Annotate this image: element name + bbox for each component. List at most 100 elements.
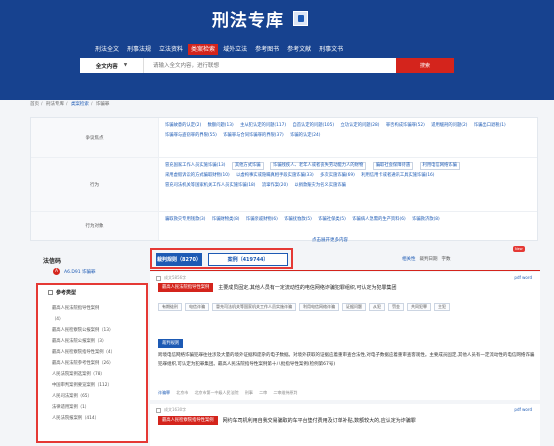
filter-option[interactable]: 自首认定的问题(105) [292, 121, 334, 131]
nav-item-books[interactable]: 参考图书 [252, 44, 282, 55]
nav-item-regulations[interactable]: 刑事法规 [124, 44, 154, 55]
filter-option[interactable]: 采用虚假诉讼的方式骗取财物(10) [165, 171, 230, 181]
reference-type-item[interactable]: 人民司法案例（65） [52, 391, 115, 402]
filter-option[interactable]: 立功认定的问题(28) [341, 121, 380, 131]
filter-option[interactable]: 诈骗病人急需的生产资料(6) [352, 215, 405, 225]
law-basis-title: 法信码 [43, 258, 62, 265]
filter-option[interactable]: 冒充司法机关等国家机关工作人员实施诈骗(18) [165, 181, 255, 191]
breadcrumb-case-search[interactable]: 类案检索 [71, 102, 89, 107]
checkbox-icon[interactable] [156, 275, 161, 281]
new-badge: New [513, 246, 525, 252]
reference-type-item[interactable]: 最高人民法院公报案例（3） [52, 336, 115, 347]
breadcrumb-current: 诈骗罪 [95, 102, 110, 107]
sort-word-count[interactable]: 字数 [442, 256, 451, 262]
sort-relevance[interactable]: 相关性 [402, 256, 416, 262]
result-card: 成文1630字 pdf word 最高人民检察院指导性案例 网约车司机利用自我交… [150, 404, 540, 446]
nav-item-foreign-law[interactable]: 域外立法 [220, 44, 250, 55]
filter-label: 争议焦点 [31, 118, 159, 157]
reference-type-title[interactable]: 参考类型 [48, 289, 76, 296]
breadcrumb-home[interactable]: 首页 [30, 102, 39, 107]
card-tag[interactable]: 有期徒刑 [158, 303, 182, 311]
law-code-link[interactable]: A6.D91 诈骗罪 [64, 269, 96, 275]
filter-option[interactable]: 利用电信网络诈骗 [419, 162, 460, 170]
card-title[interactable]: 网约车司机利用自我交易骗取的车平台垫付费用及订单补贴,数额较大的,应认定为诈骗罪 [223, 417, 416, 424]
filter-option[interactable]: 诈骗财物类(8) [212, 215, 240, 225]
site-logo[interactable]: 刑法专库 [212, 6, 308, 31]
filter-option[interactable]: 诈骗罪与合同诈骗罪的界限(37) [223, 131, 283, 141]
nav-item-full-text[interactable]: 刑法全文 [92, 44, 122, 55]
filter-option[interactable]: 流窜作案(20) [262, 181, 288, 191]
search-scope-value: 全文内容 [95, 63, 118, 70]
filter-option[interactable]: 骗取社会保障待遇 [372, 162, 414, 170]
tab-rules[interactable]: 裁判规则（8270） [156, 253, 202, 266]
expand-more-link[interactable]: 点击展开更多内容 [312, 237, 348, 243]
nav-item-literature[interactable]: 参考文献 [284, 44, 314, 55]
reference-type-item[interactable]: 人民法院报案例（414） [52, 413, 115, 424]
nav-item-documents[interactable]: 刑事文书 [316, 44, 346, 55]
filter-option[interactable]: 冒充国家工作人员实施诈骗(13) [165, 161, 225, 171]
filter-option[interactable]: 主从犯认定的问题(117) [240, 121, 286, 131]
filter-option[interactable]: 诈骗故意的认定(2) [165, 121, 201, 131]
filter-option[interactable]: 诈骗残疾人、老年人或者丧失劳动能力人的财物 [270, 162, 367, 170]
filter-option[interactable]: 以虚构事实或隐瞒真相手段实施诈骗(33) [236, 171, 314, 181]
card-tag[interactable]: 证据问题 [342, 303, 366, 311]
filter-option[interactable]: 数额问题(13) [208, 121, 234, 131]
card-download-actions[interactable]: pdf word [514, 275, 532, 280]
tab-cases[interactable]: 案例（419744） [208, 253, 288, 266]
card-tag[interactable]: 罚金 [388, 303, 404, 311]
nav-item-case-search[interactable]: 类案检索 [188, 44, 219, 55]
rule-badge: 裁判规则 [158, 339, 184, 348]
filter-option[interactable]: 诈骗社保类(5) [318, 215, 346, 225]
card-tag[interactable]: 冒充司法机关等国家机关工作人员实施诈骗 [212, 303, 296, 311]
filter-values: 诈骗故意的认定(2) 数额问题(13) 主从犯认定的问题(117) 自首认定的问… [165, 121, 533, 141]
site-header: 刑法专库 刑法全文 刑事法规 立法资料 类案检索 域外立法 参考图书 参考文献 … [0, 0, 554, 100]
breadcrumb-library[interactable]: 刑法专库 [46, 102, 64, 107]
case-type-badge: 最高人民法院指导性案例 [158, 283, 214, 292]
filter-option[interactable]: 诈骗的认定(24) [290, 131, 320, 141]
book-icon [293, 10, 308, 26]
card-title[interactable]: 主要成员固定,其他人员有一定流动性的电信网络诈骗犯罪组织,可认定为犯罪集团 [218, 284, 396, 291]
results-divider [150, 270, 540, 271]
search-scope-select[interactable]: 全文内容 ▼ [80, 58, 144, 73]
reference-type-item[interactable]: 最高人民法院指导性案例 [52, 303, 115, 314]
card-tag[interactable]: 主犯 [434, 303, 450, 311]
reference-type-item[interactable]: 中国审判案例要览案例（112） [52, 380, 115, 391]
card-tag[interactable]: 从犯 [369, 303, 385, 311]
card-head: 成文5856字 [156, 275, 186, 281]
filter-option[interactable]: 诈骗抚恤款(5) [284, 215, 312, 225]
search-button[interactable]: 搜索 [396, 58, 454, 73]
filter-option[interactable]: 适用缓刑的问题(2) [431, 121, 467, 131]
filter-option[interactable]: 罪否构成诈骗罪(52) [386, 121, 425, 131]
filter-option[interactable]: 诈骗罪与盗窃罪的界限(55) [165, 131, 217, 141]
filter-option[interactable]: 骗取救灾专用钱款(3) [165, 215, 205, 225]
reference-type-item[interactable]: 最高人民检察院公报案例（13） [52, 325, 115, 336]
filter-option[interactable]: 诈骗出口退税(1) [474, 121, 506, 131]
reference-type-item[interactable]: 人民法院案例选案例（78） [52, 369, 115, 380]
filter-option[interactable]: 利用信用卡或者通讯工具实施诈骗(16) [361, 171, 434, 181]
meta-crime[interactable]: 诈骗罪 [158, 390, 170, 395]
card-tag[interactable]: 电信诈骗 [185, 303, 209, 311]
filter-option[interactable]: 诈骗亲戚财物(6) [246, 215, 278, 225]
meta-region: 北京市 [176, 390, 189, 395]
filter-row-behavior: 行为 冒充国家工作人员实施诈骗(13) 其他方式诈骗 诈骗残疾人、老年人或者丧失… [31, 158, 537, 212]
reference-type-label: 参考类型 [56, 290, 77, 296]
reference-type-item[interactable]: 法律适用案例（1） [52, 402, 115, 413]
filter-option[interactable]: 以捐款赈灾为名义实施诈骗 [294, 181, 346, 191]
card-download-actions[interactable]: pdf word [514, 407, 532, 412]
nav-item-legislation[interactable]: 立法资料 [156, 44, 186, 55]
search-input[interactable] [144, 58, 436, 73]
meta-court: 北京市第一中级人民法院 [194, 390, 239, 395]
filter-option[interactable]: 多次实施诈骗(69) [320, 171, 355, 181]
reference-type-item[interactable]: （4） [52, 314, 115, 325]
card-tag[interactable]: 共同犯罪 [407, 303, 431, 311]
checkbox-icon[interactable] [48, 290, 53, 295]
filter-option[interactable]: 诈骗救济款(8) [412, 215, 440, 225]
filter-option[interactable]: 其他方式诈骗 [231, 162, 264, 170]
sort-date[interactable]: 裁判日期 [420, 256, 438, 262]
card-head: 成文1630字 [156, 407, 186, 413]
reference-type-item[interactable]: 最高人民法院参考性案例（26） [52, 358, 115, 369]
card-tag[interactable]: 利用电信网络诈骗 [299, 303, 339, 311]
reference-type-item[interactable]: 最高人民检察院指导性案例（4） [52, 347, 115, 358]
checkbox-icon[interactable] [156, 407, 161, 413]
filter-row-dispute: 争议焦点 诈骗故意的认定(2) 数额问题(13) 主从犯认定的问题(117) 自… [31, 118, 537, 158]
